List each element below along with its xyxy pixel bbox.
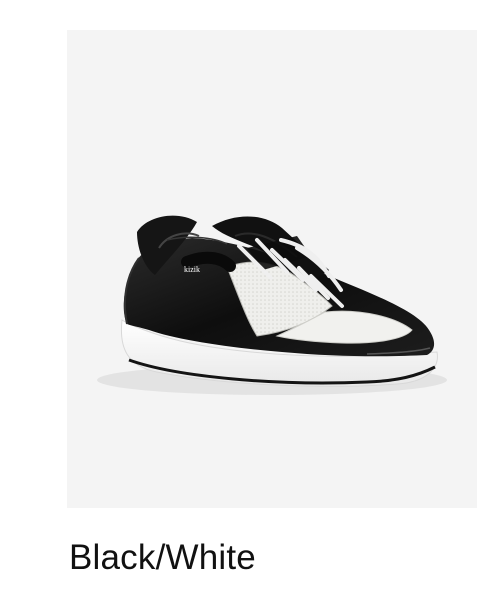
sneaker-image: kizik [97,215,447,395]
brand-mark-text: kizik [184,265,200,274]
product-image[interactable]: kizik [67,30,477,508]
color-name-label: Black/White [69,538,256,577]
product-color-card[interactable]: kizik Black/White [0,0,500,593]
